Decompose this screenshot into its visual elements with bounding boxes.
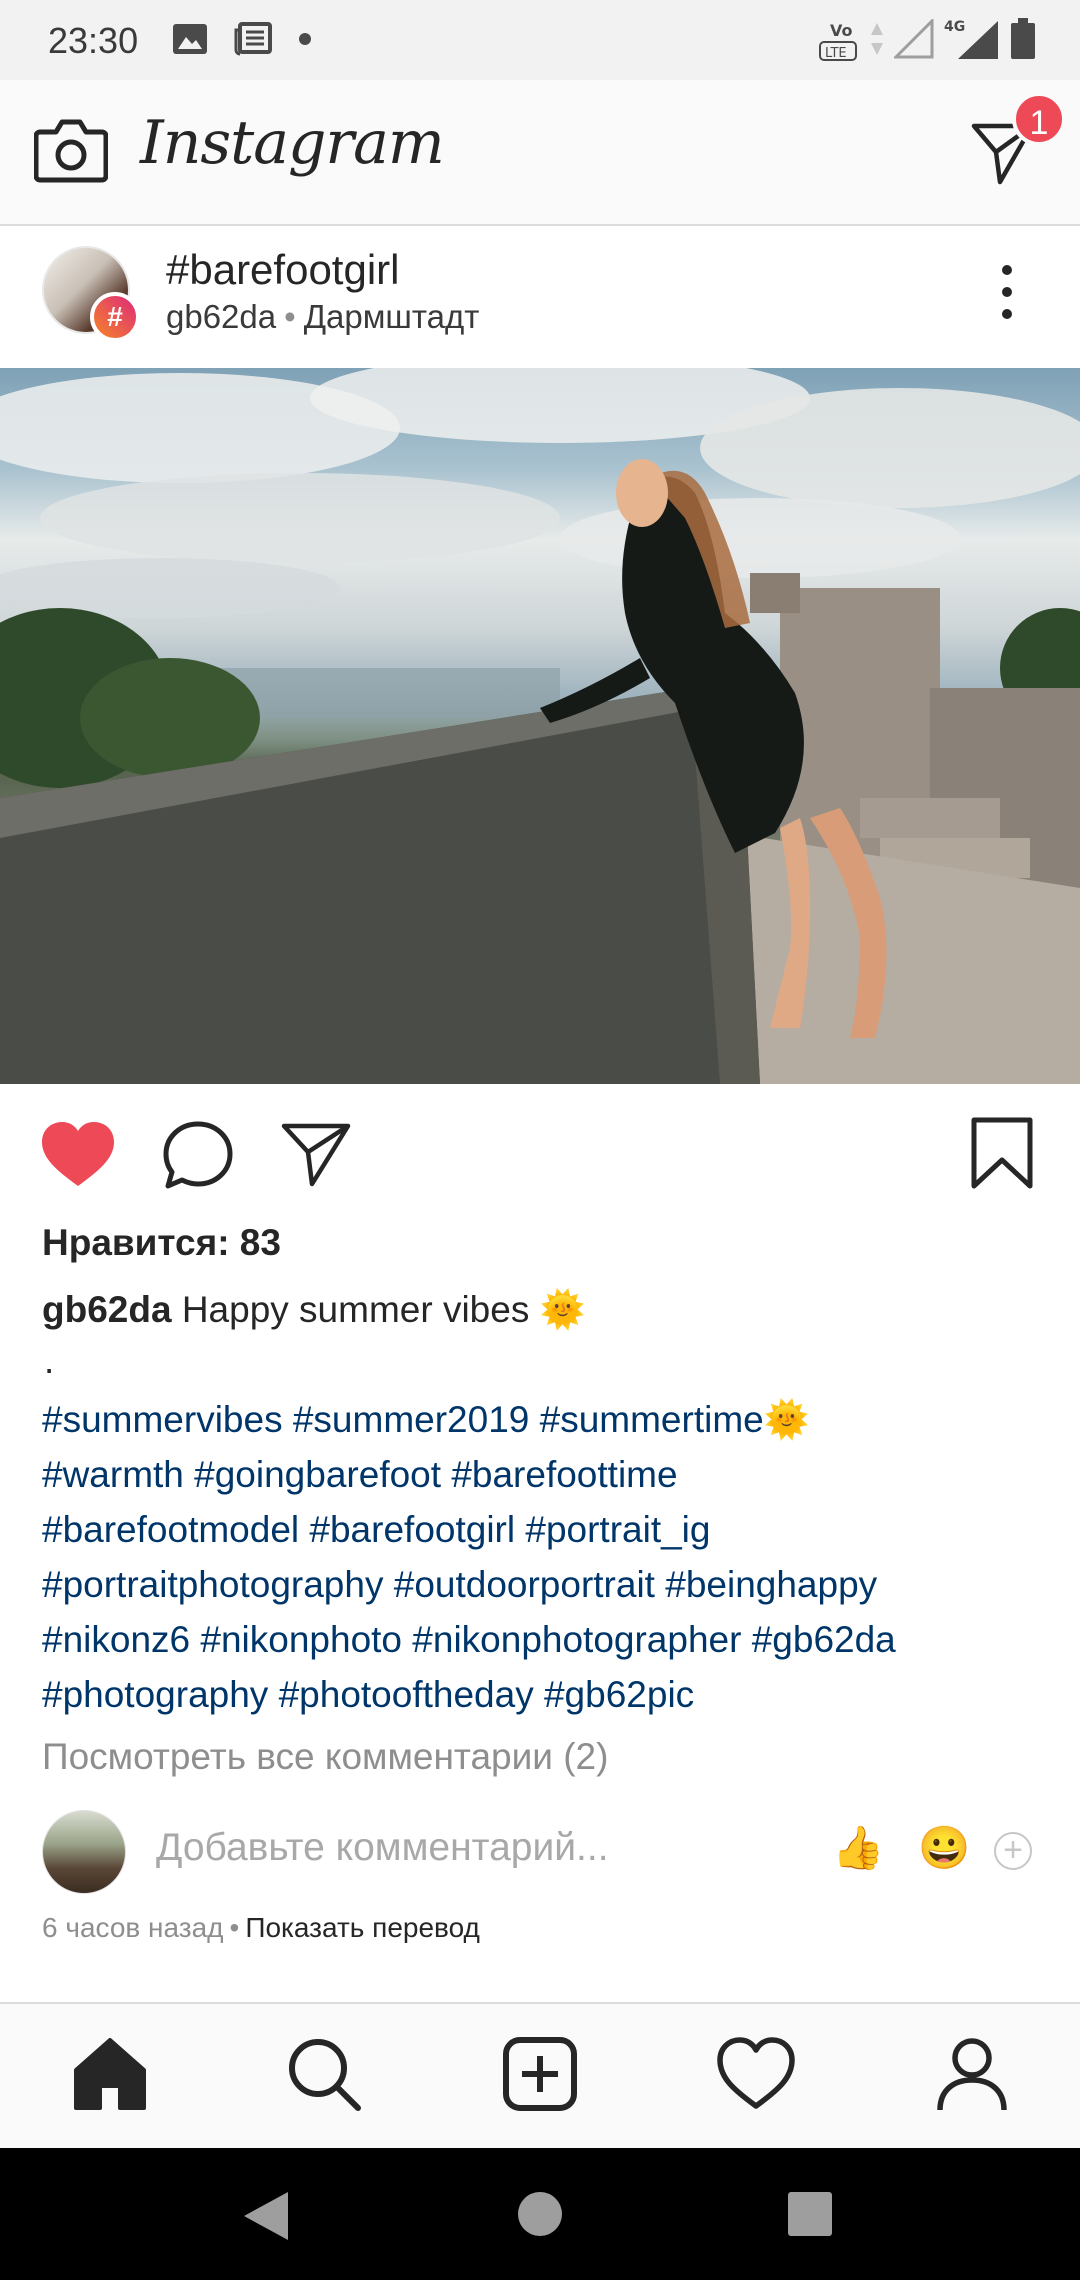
comment-icon[interactable] — [162, 1120, 234, 1192]
bookmark-icon[interactable] — [970, 1116, 1034, 1190]
post-author[interactable]: gb62da — [166, 298, 276, 335]
caption-text: Happy summer vibes 🌞 — [181, 1289, 586, 1330]
meta-separator: • — [229, 1912, 240, 1943]
hashtag-badge: # — [90, 292, 140, 342]
hashtag-line[interactable]: #photography #photooftheday #gb62pic — [42, 1667, 1052, 1722]
like-heart-icon[interactable] — [40, 1120, 116, 1190]
hashtag-line[interactable]: #portraitphotography #outdoorportrait #b… — [42, 1557, 1052, 1612]
post-subtitle: gb62da • Дармштадт — [166, 298, 479, 336]
add-emoji-button[interactable]: + — [994, 1832, 1032, 1870]
svg-text:4G: 4G — [944, 19, 965, 35]
top-app-bar: Instagram 1 — [0, 80, 1080, 226]
dm-badge: 1 — [1012, 92, 1066, 146]
signal-weak-icon — [894, 19, 934, 59]
view-all-comments-link[interactable]: Посмотреть все комментарии (2) — [42, 1736, 608, 1778]
comment-input[interactable]: Добавьте комментарий... — [156, 1826, 609, 1870]
post-actions — [0, 1100, 1080, 1210]
notification-icons — [172, 22, 312, 56]
my-avatar — [42, 1810, 126, 1894]
caption-hashtags: #summervibes #summer2019 #summertime🌞 #w… — [42, 1392, 1052, 1722]
bottom-navigation — [0, 2002, 1080, 2148]
status-time: 23:30 — [48, 20, 139, 61]
post-location[interactable]: Дармштадт — [304, 298, 480, 335]
new-post-icon[interactable] — [500, 2034, 580, 2114]
status-right-icons: Vo LTE 4G — [816, 16, 1036, 62]
profile-icon[interactable] — [932, 2034, 1012, 2114]
svg-text:Vo: Vo — [830, 21, 853, 40]
grin-emoji-button[interactable]: 😀 — [918, 1824, 970, 1873]
thumbs-up-emoji-button[interactable]: 👍 — [832, 1824, 884, 1873]
news-icon — [234, 22, 272, 56]
home-icon[interactable] — [70, 2034, 150, 2114]
add-comment-row: Добавьте комментарий... 👍 😀 + — [0, 1802, 1080, 1906]
post-hashtag-title[interactable]: #barefootgirl — [166, 246, 399, 294]
back-icon[interactable] — [240, 2188, 292, 2244]
home-circle-icon[interactable] — [516, 2190, 564, 2238]
data-arrows-icon — [871, 23, 883, 55]
share-icon[interactable] — [280, 1120, 352, 1188]
camera-icon[interactable] — [34, 118, 108, 184]
hashtag-line[interactable]: #barefootmodel #barefootgirl #portrait_i… — [42, 1502, 1052, 1557]
signal-4g-icon: 4G — [944, 19, 998, 59]
caption-dot: . — [44, 1340, 55, 1381]
post-photo[interactable] — [0, 368, 1080, 1084]
post-header: # #barefootgirl gb62da • Дармштадт — [0, 228, 1080, 368]
svg-text:LTE: LTE — [825, 46, 847, 61]
show-translation-link[interactable]: Показать перевод — [245, 1912, 480, 1943]
system-navigation-bar — [0, 2148, 1080, 2280]
gallery-icon — [173, 24, 207, 54]
caption: gb62da Happy summer vibes 🌞 — [42, 1282, 1052, 1337]
volte-icon: Vo LTE — [819, 21, 857, 61]
instagram-logo: Instagram — [140, 108, 445, 178]
battery-icon — [1011, 18, 1035, 59]
activity-icon[interactable] — [716, 2034, 796, 2114]
search-icon[interactable] — [284, 2034, 364, 2114]
post-meta: 6 часов назад • Показать перевод — [42, 1912, 480, 1944]
hashtag-line[interactable]: #warmth #goingbarefoot #barefoottime — [42, 1447, 1052, 1502]
post-time-ago: 6 часов назад — [42, 1912, 224, 1943]
caption-author[interactable]: gb62da — [42, 1289, 172, 1330]
more-notifications-dot-icon — [299, 33, 311, 45]
post-photo-illustration — [0, 368, 1080, 1084]
recents-icon[interactable] — [786, 2190, 834, 2238]
status-bar: 23:30 Vo LTE 4G — [0, 0, 1080, 80]
more-options-icon[interactable] — [994, 264, 1020, 320]
likes-count[interactable]: Нравится: 83 — [42, 1222, 281, 1264]
subtitle-separator: • — [284, 298, 296, 335]
hashtag-line[interactable]: #nikonz6 #nikonphoto #nikonphotographer … — [42, 1612, 1052, 1667]
hashtag-line[interactable]: #summervibes #summer2019 #summertime🌞 — [42, 1392, 1052, 1447]
